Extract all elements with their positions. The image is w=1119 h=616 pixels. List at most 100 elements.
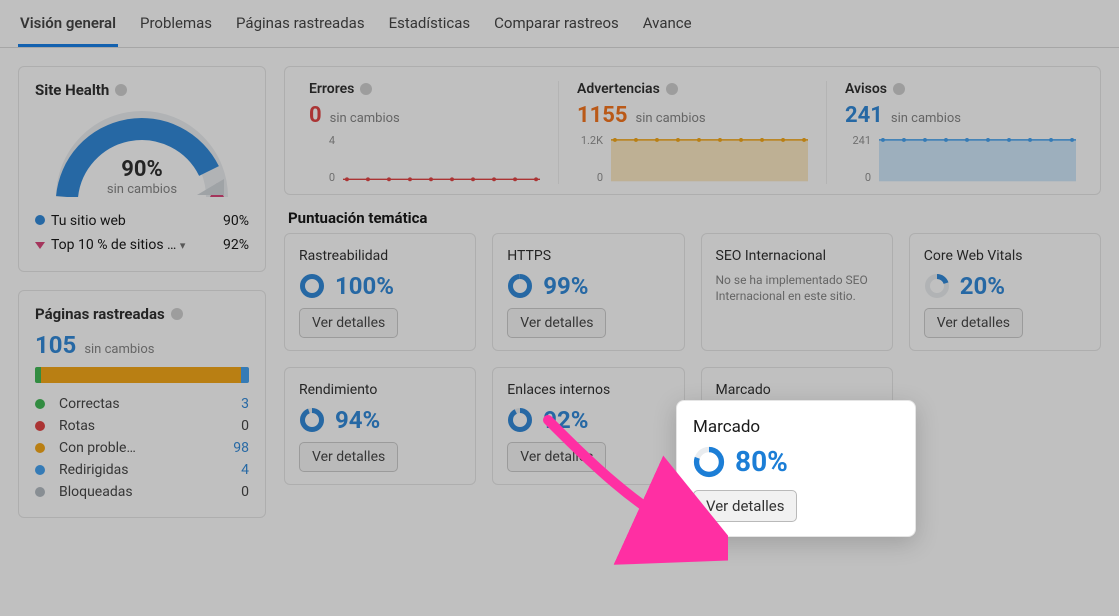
- pages-crawled-value: 105: [35, 331, 76, 359]
- tab-avance[interactable]: Avance: [641, 10, 694, 47]
- stackbar-seg-con proble…: [41, 367, 241, 383]
- ring-icon: [507, 407, 533, 433]
- sparkline: 40: [309, 134, 540, 184]
- ver-detalles-button[interactable]: Ver detalles: [507, 442, 606, 472]
- metric-sub: sin cambios: [636, 111, 706, 126]
- tab-estad-sticas[interactable]: Estadísticas: [387, 10, 473, 47]
- tab-visi-n-general[interactable]: Visión general: [18, 10, 118, 47]
- dot-icon: [35, 421, 45, 431]
- stat-row: Redirigidas 4: [35, 459, 249, 481]
- stat-key: Bloqueadas: [35, 484, 133, 500]
- dot-icon: [35, 487, 45, 497]
- metric-avisos: Avisos 241 sin cambios 2410: [826, 81, 1094, 184]
- theme-pct: 92%: [543, 406, 588, 434]
- stat-row: Con proble… 98: [35, 437, 249, 459]
- metric-value-line: 1155 sin cambios: [577, 103, 808, 128]
- ring-icon: [299, 273, 325, 299]
- tab-p-ginas-rastreadas[interactable]: Páginas rastreadas: [234, 10, 367, 47]
- pages-crawled-card: Páginas rastreadas 105 sin cambios Corre…: [18, 290, 266, 518]
- pct-row: 20%: [924, 272, 1086, 300]
- metric-value-line: 241 sin cambios: [845, 103, 1076, 128]
- info-icon[interactable]: [360, 83, 372, 95]
- spotlight-pct-row: 80%: [693, 445, 899, 478]
- stat-key: Rotas: [35, 418, 95, 434]
- metric-value-line: 0 sin cambios: [309, 103, 540, 128]
- stat-row: Rotas0: [35, 415, 249, 437]
- legend-key: Tu sitio web: [35, 213, 126, 229]
- metric-title: Advertencias: [577, 81, 808, 97]
- legend-row: Top 10 % de sitios … ▾92%: [35, 233, 249, 257]
- stackbar: [35, 367, 249, 383]
- ver-detalles-button[interactable]: Ver detalles: [924, 308, 1023, 338]
- pages-crawled-title: Páginas rastreadas: [35, 305, 249, 323]
- theme-card-seo-internacional: SEO InternacionalNo se ha implementado S…: [701, 233, 893, 351]
- info-icon[interactable]: [115, 84, 127, 96]
- stat-value[interactable]: 3: [241, 396, 249, 412]
- theme-card-core-web-vitals: Core Web Vitals 20% Ver detalles: [909, 233, 1101, 351]
- gauge-sub: sin cambios: [52, 182, 232, 197]
- ver-detalles-button[interactable]: Ver detalles: [507, 308, 606, 338]
- site-health-card: Site Health 90% sin cambios: [18, 66, 266, 272]
- ring-icon: [507, 273, 533, 299]
- info-icon[interactable]: [666, 83, 678, 95]
- chevron-down-icon[interactable]: ▾: [180, 239, 186, 252]
- stat-value[interactable]: 4: [241, 462, 249, 478]
- spotlight-title: Marcado: [693, 417, 899, 437]
- pages-crawled-value-line: 105 sin cambios: [35, 331, 249, 359]
- metric-title: Errores: [309, 81, 540, 97]
- theme-title: Core Web Vitals: [924, 248, 1086, 264]
- crawled-stats: Correctas3Rotas0Con proble…98Redirigidas…: [35, 393, 249, 503]
- pct-row: 94%: [299, 406, 461, 434]
- thematic-section-title: Puntuación temática: [284, 195, 1101, 233]
- stat-row: Bloqueadas 0: [35, 481, 249, 503]
- metric-value: 241: [845, 103, 883, 128]
- theme-card-rastreabilidad: Rastreabilidad 100% Ver detalles: [284, 233, 476, 351]
- metric-value: 0: [309, 103, 322, 128]
- metric-sub: sin cambios: [330, 111, 400, 126]
- theme-card-rendimiento: Rendimiento94%Ver detalles: [284, 367, 476, 485]
- tab-comparar-rastreos[interactable]: Comparar rastreos: [492, 10, 621, 47]
- ring-icon: [924, 273, 950, 299]
- stat-row: Correctas 3: [35, 393, 249, 415]
- dot-icon: [35, 215, 45, 225]
- stat-value[interactable]: 98: [233, 440, 249, 456]
- theme-card-https: HTTPS99%Ver detalles: [492, 233, 684, 351]
- pct-row: 92%: [507, 406, 669, 434]
- theme-pct: 94%: [335, 406, 380, 434]
- ver-detalles-button[interactable]: Ver detalles: [299, 308, 398, 338]
- theme-title: Rastreabilidad: [299, 248, 461, 264]
- gauge-percent: 90%: [52, 157, 232, 182]
- stat-value: 0: [241, 484, 249, 500]
- ver-detalles-button[interactable]: Ver detalles: [299, 442, 398, 472]
- pages-crawled-title-text: Páginas rastreadas: [35, 305, 165, 323]
- legend-key: Top 10 % de sitios … ▾: [35, 237, 185, 253]
- theme-title: Marcado: [716, 382, 878, 398]
- metric-title: Avisos: [845, 81, 1076, 97]
- left-column: Site Health 90% sin cambios: [18, 66, 266, 518]
- metric-advertencias: Advertencias1155sin cambios1.2K0: [558, 81, 826, 184]
- metrics-row: Errores 0 sin cambios 40 Advertencias 1155 sin…: [284, 66, 1101, 195]
- stat-key: Correctas: [35, 396, 120, 412]
- tab-problemas[interactable]: Problemas: [138, 10, 214, 47]
- spotlight-card: Marcado 80% Ver detalles: [676, 400, 916, 537]
- ver-detalles-button[interactable]: Ver detalles: [693, 490, 797, 522]
- metric-sub: sin cambios: [891, 111, 961, 126]
- stat-key: Redirigidas: [35, 462, 129, 478]
- legend-row: Tu sitio web90%: [35, 209, 249, 233]
- sparkline: 2410: [845, 134, 1076, 184]
- site-health-title-text: Site Health: [35, 81, 109, 99]
- site-health-title: Site Health: [35, 81, 249, 99]
- metric-value: 1155: [577, 103, 628, 128]
- ring-icon: [693, 446, 725, 478]
- site-health-legend: Tu sitio web90%Top 10 % de sitios … ▾92%: [35, 209, 249, 257]
- stat-key: Con proble…: [35, 440, 136, 456]
- stackbar-seg-redirigidas: [241, 367, 249, 383]
- theme-pct: 100%: [335, 272, 394, 300]
- theme-pct: 99%: [543, 272, 588, 300]
- metric-errores: Errores 0 sin cambios 40: [291, 81, 558, 184]
- info-icon[interactable]: [171, 308, 183, 320]
- nav-tabs: Visión general Problemas Páginas rastreada…: [0, 0, 1119, 48]
- theme-card-enlaces-internos: Enlaces internos92%Ver detalles: [492, 367, 684, 485]
- info-icon[interactable]: [893, 83, 905, 95]
- theme-pct: 20%: [960, 272, 1005, 300]
